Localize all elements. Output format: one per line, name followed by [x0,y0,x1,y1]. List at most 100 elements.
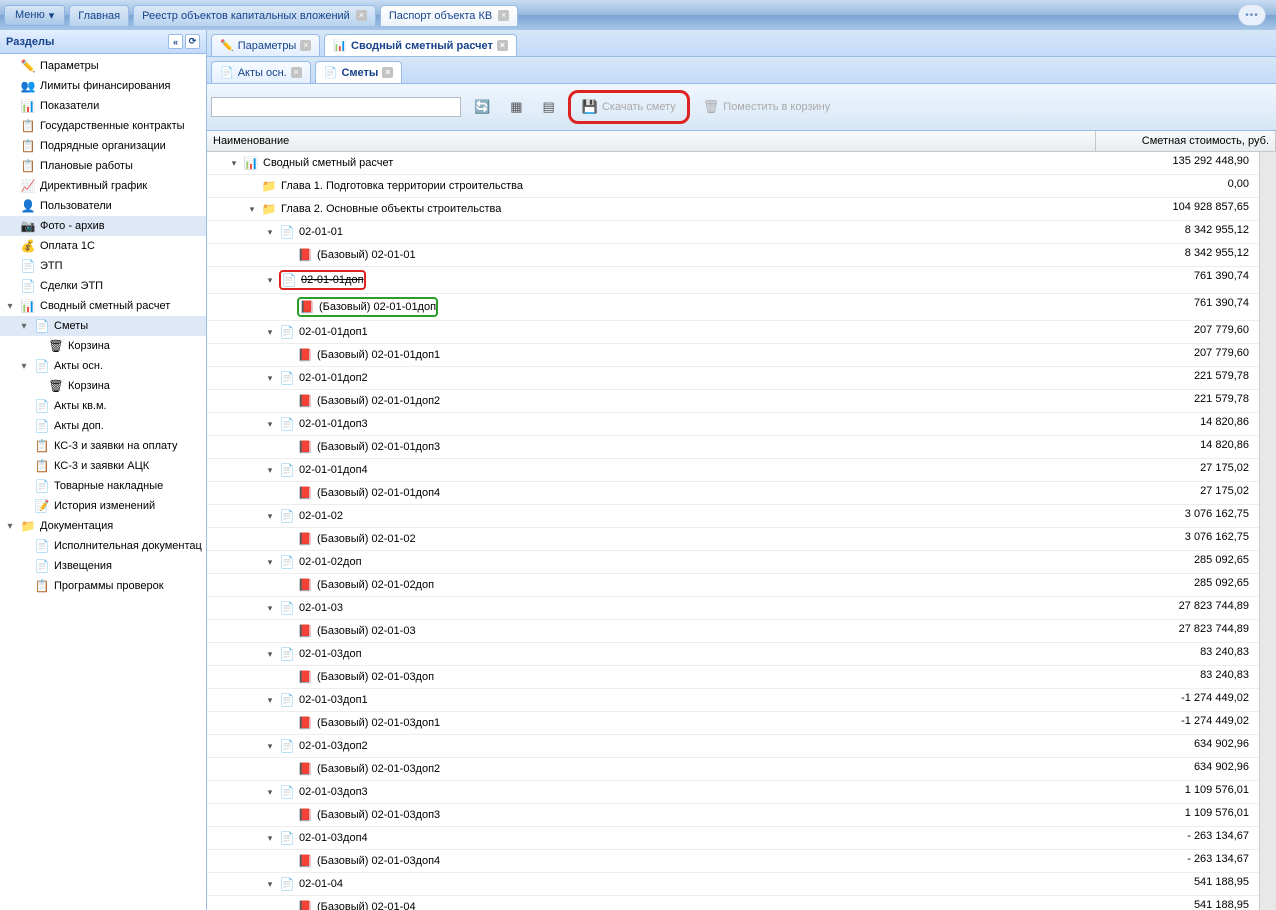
row-expander-icon[interactable]: ▾ [265,465,275,476]
grid-row-32[interactable]: 📕(Базовый) 02-01-04541 188,95 [207,896,1259,910]
sidebar-item-15[interactable]: ▾📄Акты осн. [0,356,206,376]
grid-row-17[interactable]: ▾📄02-01-02доп285 092,65 [207,551,1259,574]
row-expander-icon[interactable]: ▾ [265,557,275,568]
sub-tab-0[interactable]: ✏️Параметры× [211,34,320,56]
expander-icon[interactable]: ▾ [18,321,30,332]
expander-icon[interactable]: ▾ [4,521,16,532]
grid-row-1[interactable]: 📁Глава 1. Подготовка территории строител… [207,175,1259,198]
grid-row-23[interactable]: ▾📄02-01-03доп1-1 274 449,02 [207,689,1259,712]
sidebar-item-4[interactable]: 📋Подрядные организации [0,136,206,156]
row-expander-icon[interactable]: ▾ [265,511,275,522]
sidebar-item-22[interactable]: 📝История изменений [0,496,206,516]
grid-row-3[interactable]: ▾📄02-01-018 342 955,12 [207,221,1259,244]
grid-row-7[interactable]: ▾📄02-01-01доп1207 779,60 [207,321,1259,344]
expander-icon[interactable]: ▾ [18,361,30,372]
collapse-button[interactable]: ▤ [535,95,561,119]
grid-row-29[interactable]: ▾📄02-01-03доп4- 263 134,67 [207,827,1259,850]
grid-row-6[interactable]: 📕(Базовый) 02-01-01доп761 390,74 [207,294,1259,321]
grid-row-24[interactable]: 📕(Базовый) 02-01-03доп1-1 274 449,02 [207,712,1259,735]
row-expander-icon[interactable]: ▾ [265,787,275,798]
menu-button[interactable]: Меню ▾ [4,5,65,26]
sidebar-item-6[interactable]: 📈Директивный график [0,176,206,196]
close-icon[interactable]: × [498,10,509,21]
close-icon[interactable]: × [300,40,311,51]
grid-row-14[interactable]: 📕(Базовый) 02-01-01доп427 175,02 [207,482,1259,505]
grid-row-15[interactable]: ▾📄02-01-023 076 162,75 [207,505,1259,528]
top-tab-0[interactable]: Главная [69,5,129,26]
sidebar-item-3[interactable]: 📋Государственные контракты [0,116,206,136]
grid-row-22[interactable]: 📕(Базовый) 02-01-03доп83 240,83 [207,666,1259,689]
grid-row-25[interactable]: ▾📄02-01-03доп2634 902,96 [207,735,1259,758]
vertical-scrollbar[interactable] [1259,152,1276,910]
grid-row-19[interactable]: ▾📄02-01-0327 823 744,89 [207,597,1259,620]
grid-body[interactable]: ▾📊Сводный сметный расчет135 292 448,90📁Г… [207,152,1259,910]
sidebar-item-24[interactable]: 📄Исполнительная документац [0,536,206,556]
row-expander-icon[interactable]: ▾ [265,649,275,660]
grid-row-8[interactable]: 📕(Базовый) 02-01-01доп1207 779,60 [207,344,1259,367]
sub-tab-1[interactable]: 📊Сводный сметный расчет× [324,34,517,56]
grid-row-9[interactable]: ▾📄02-01-01доп2221 579,78 [207,367,1259,390]
sidebar-item-0[interactable]: ✏️Параметры [0,56,206,76]
top-tab-1[interactable]: Реестр объектов капитальных вложений× [133,5,376,26]
sidebar-item-21[interactable]: 📄Товарные накладные [0,476,206,496]
row-expander-icon[interactable]: ▾ [265,275,275,286]
grid-row-11[interactable]: ▾📄02-01-01доп314 820,86 [207,413,1259,436]
sidebar-item-23[interactable]: ▾📁Документация [0,516,206,536]
chat-icon[interactable]: ••• [1238,4,1266,26]
grid-row-16[interactable]: 📕(Базовый) 02-01-023 076 162,75 [207,528,1259,551]
sidebar-item-26[interactable]: 📋Программы проверок [0,576,206,596]
row-expander-icon[interactable]: ▾ [265,373,275,384]
sidebar-item-7[interactable]: 👤Пользователи [0,196,206,216]
grid-row-27[interactable]: ▾📄02-01-03доп31 109 576,01 [207,781,1259,804]
grid-row-20[interactable]: 📕(Базовый) 02-01-0327 823 744,89 [207,620,1259,643]
sidebar-item-19[interactable]: 📋КС-3 и заявки на оплату [0,436,206,456]
inner-tab-1[interactable]: 📄Сметы× [315,61,403,83]
row-expander-icon[interactable]: ▾ [265,327,275,338]
sidebar-item-14[interactable]: 🗑Корзина [0,336,206,356]
grid-row-28[interactable]: 📕(Базовый) 02-01-03доп31 109 576,01 [207,804,1259,827]
sidebar-item-1[interactable]: 👥Лимиты финансирования [0,76,206,96]
sidebar-item-8[interactable]: 📷Фото - архив [0,216,206,236]
grid-row-2[interactable]: ▾📁Глава 2. Основные объекты строительств… [207,198,1259,221]
sidebar-item-5[interactable]: 📋Плановые работы [0,156,206,176]
refresh-icon[interactable]: ⟳ [185,34,200,49]
sidebar-item-13[interactable]: ▾📄Сметы [0,316,206,336]
close-icon[interactable]: × [356,10,367,21]
grid-row-18[interactable]: 📕(Базовый) 02-01-02доп285 092,65 [207,574,1259,597]
row-expander-icon[interactable]: ▾ [229,158,239,169]
sidebar-item-20[interactable]: 📋КС-3 и заявки АЦК [0,456,206,476]
inner-tab-0[interactable]: 📄Акты осн.× [211,61,311,83]
close-icon[interactable]: × [382,67,393,78]
grid-row-0[interactable]: ▾📊Сводный сметный расчет135 292 448,90 [207,152,1259,175]
grid-row-26[interactable]: 📕(Базовый) 02-01-03доп2634 902,96 [207,758,1259,781]
refresh-button[interactable]: 🔄 [467,95,497,119]
row-expander-icon[interactable]: ▾ [265,741,275,752]
grid-row-5[interactable]: ▾📄02-01-01доп761 390,74 [207,267,1259,294]
grid-row-4[interactable]: 📕(Базовый) 02-01-018 342 955,12 [207,244,1259,267]
row-expander-icon[interactable]: ▾ [265,833,275,844]
close-icon[interactable]: × [497,40,508,51]
grid-row-30[interactable]: 📕(Базовый) 02-01-03доп4- 263 134,67 [207,850,1259,873]
sidebar-item-9[interactable]: 💰Оплата 1С [0,236,206,256]
expander-icon[interactable]: ▾ [4,301,16,312]
grid-row-12[interactable]: 📕(Базовый) 02-01-01доп314 820,86 [207,436,1259,459]
sidebar-item-16[interactable]: 🗑Корзина [0,376,206,396]
sidebar-item-12[interactable]: ▾📊Сводный сметный расчет [0,296,206,316]
sidebar-item-25[interactable]: 📄Извещения [0,556,206,576]
row-expander-icon[interactable]: ▾ [265,695,275,706]
sidebar-item-18[interactable]: 📄Акты доп. [0,416,206,436]
grid-row-31[interactable]: ▾📄02-01-04541 188,95 [207,873,1259,896]
expand-button[interactable]: ▦ [503,95,529,119]
move-to-trash-button[interactable]: 🗑 Поместить в корзину [696,95,837,119]
download-estimate-button[interactable]: 💾 Скачать смету [575,95,683,119]
close-icon[interactable]: × [291,67,302,78]
sidebar-item-2[interactable]: 📊Показатели [0,96,206,116]
sidebar-item-11[interactable]: 📄Сделки ЭТП [0,276,206,296]
top-tab-2[interactable]: Паспорт объекта КВ× [380,5,518,26]
col-name-header[interactable]: Наименование [207,131,1096,151]
col-cost-header[interactable]: Сметная стоимость, руб. [1096,131,1276,151]
sidebar-item-10[interactable]: 📄ЭТП [0,256,206,276]
sidebar-item-17[interactable]: 📄Акты кв.м. [0,396,206,416]
collapse-left-icon[interactable]: « [168,34,183,49]
grid-row-13[interactable]: ▾📄02-01-01доп427 175,02 [207,459,1259,482]
